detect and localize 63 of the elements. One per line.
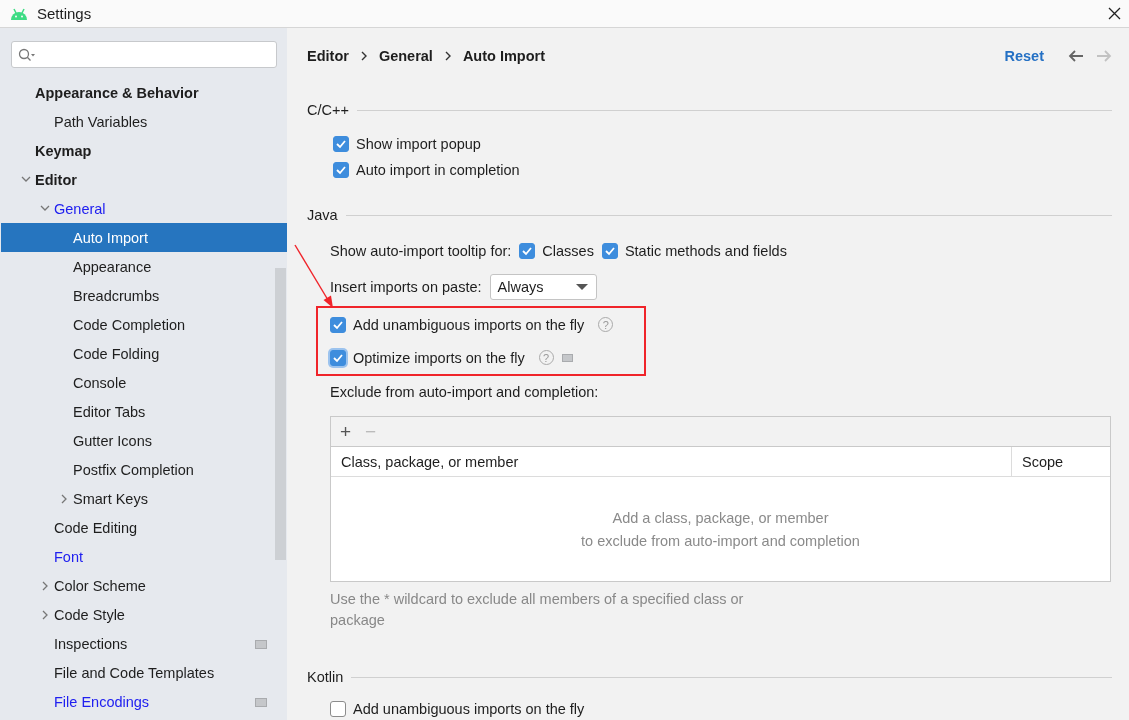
checkbox[interactable]	[330, 349, 346, 366]
checkbox[interactable]	[333, 136, 349, 152]
checkbox-label[interactable]: Optimize imports on the fly	[353, 349, 525, 366]
close-icon[interactable]	[1108, 7, 1121, 20]
sidebar-item[interactable]: Font	[1, 542, 287, 571]
chevron-right-icon	[360, 51, 367, 61]
scrollbar-thumb[interactable]	[275, 268, 286, 560]
exclude-label: Exclude from auto-import and completion:	[330, 384, 599, 400]
sidebar-item[interactable]: Color Scheme	[1, 571, 287, 600]
breadcrumb-item[interactable]: Editor	[307, 48, 349, 64]
checkbox-label[interactable]: Add unambiguous imports on the fly	[353, 316, 585, 333]
section-title: Java	[307, 207, 338, 223]
checkbox-label[interactable]: Static methods and fields	[624, 243, 787, 259]
sidebar-item[interactable]: Editor	[35, 171, 77, 188]
sidebar-item[interactable]: File Encodings	[1, 687, 287, 716]
breadcrumb-item[interactable]: Auto Import	[462, 48, 546, 64]
sidebar-item[interactable]: Smart Keys	[1, 484, 287, 513]
section-title: Kotlin	[307, 669, 344, 685]
window-title: Settings	[37, 5, 93, 22]
checkbox[interactable]	[330, 316, 346, 333]
sidebar-item[interactable]: Gutter Icons	[1, 426, 287, 455]
sidebar-item[interactable]: Code Completion	[1, 310, 287, 339]
empty-table-text: Add a class, package, or member	[612, 509, 829, 526]
sidebar-item[interactable]: Breadcrumbs	[1, 281, 287, 310]
empty-table-text: to exclude from auto-import and completion	[581, 532, 860, 549]
column-header[interactable]: Scope	[1012, 453, 1064, 470]
sidebar-item[interactable]: File and Code Templates	[1, 658, 287, 687]
checkbox-label[interactable]: Classes	[542, 243, 594, 259]
paste-dropdown[interactable]: Always	[489, 274, 597, 300]
back-arrow-icon[interactable]	[1068, 49, 1084, 63]
search-icon	[18, 48, 35, 61]
checkbox[interactable]	[330, 701, 346, 717]
checkbox[interactable]	[601, 243, 618, 259]
checkbox-label[interactable]: Add unambiguous imports on the fly	[353, 701, 585, 717]
chevron-right-icon	[444, 51, 451, 61]
sidebar-item[interactable]: Code Style	[1, 600, 287, 629]
sidebar-item[interactable]: Code Folding	[1, 339, 287, 368]
checkbox-label[interactable]: Auto import in completion	[356, 162, 520, 178]
checkbox[interactable]	[519, 243, 536, 259]
sidebar-item[interactable]: Path Variables	[54, 113, 148, 130]
checkbox-label[interactable]: Show import popup	[356, 136, 481, 152]
breadcrumb-item[interactable]: General	[378, 48, 433, 64]
sidebar-item[interactable]: Console	[1, 368, 287, 397]
dropdown-caret-icon	[575, 284, 588, 290]
column-header[interactable]: Class, package, or member	[331, 447, 1012, 476]
sidebar-item[interactable]: Appearance	[1, 252, 287, 281]
sidebar-item[interactable]: General	[54, 200, 106, 217]
sidebar-item[interactable]: Keymap	[35, 142, 92, 159]
section-title: C/C++	[307, 102, 349, 118]
search-field[interactable]	[11, 41, 277, 68]
sidebar-item[interactable]: Inspections	[1, 629, 287, 658]
android-logo-icon	[9, 6, 29, 21]
sidebar-item[interactable]: Appearance & Behavior	[35, 84, 199, 101]
sidebar-item[interactable]: Code Editing	[1, 513, 287, 542]
field-label: Show auto-import tooltip for:	[330, 243, 512, 259]
sidebar-item[interactable]: Auto Import	[1, 223, 287, 252]
hint-text: Use the * wildcard to exclude all members of a specified class or package	[330, 590, 745, 630]
add-button[interactable]: +	[340, 420, 352, 443]
sidebar-item[interactable]: Postfix Completion	[1, 455, 287, 484]
field-label: Insert imports on paste:	[330, 279, 482, 295]
sidebar-item[interactable]: Editor Tabs	[1, 397, 287, 426]
reset-link[interactable]: Reset	[1004, 48, 1044, 64]
checkbox[interactable]	[333, 162, 349, 178]
